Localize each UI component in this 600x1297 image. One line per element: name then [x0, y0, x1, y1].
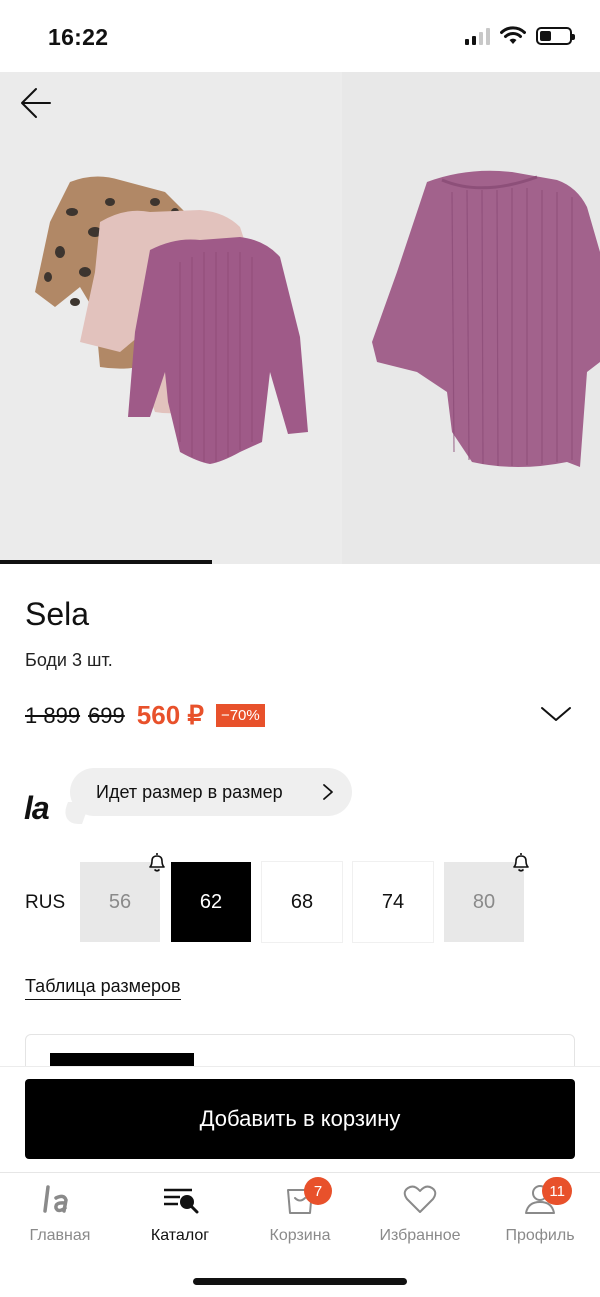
- wifi-icon: [500, 26, 526, 44]
- product-photo-closeup: [342, 72, 600, 564]
- bell-icon[interactable]: [146, 850, 168, 874]
- size-option[interactable]: 74: [353, 862, 433, 942]
- profile-notification-badge: 11: [542, 1177, 572, 1205]
- shopping-bag-icon: 7: [270, 1177, 332, 1219]
- la-logo: la: [24, 790, 50, 826]
- tab-home[interactable]: Главная: [0, 1179, 120, 1249]
- size-selector: 56 62 68 74 80: [80, 853, 529, 942]
- status-icons: [465, 26, 575, 46]
- tab-label: Главная: [29, 1227, 91, 1244]
- size-option[interactable]: 80: [444, 853, 529, 942]
- size-option[interactable]: 62: [171, 862, 251, 942]
- tab-label: Каталог: [150, 1227, 210, 1244]
- size-option[interactable]: 68: [262, 862, 342, 942]
- add-to-cart-button[interactable]: Добавить в корзину: [25, 1079, 575, 1159]
- product-brand[interactable]: Sela: [25, 596, 89, 633]
- cellular-signal-icon: [465, 27, 490, 45]
- size-option-label: 62: [199, 890, 223, 913]
- product-name: Боди 3 шт.: [25, 650, 113, 670]
- price-previous: 699: [88, 702, 125, 728]
- product-gallery[interactable]: [0, 72, 600, 564]
- chevron-right-icon: [323, 784, 333, 800]
- profile-icon: 11: [510, 1177, 572, 1219]
- size-option-label: 56: [108, 890, 132, 913]
- add-to-cart-area: Добавить в корзину: [0, 1066, 600, 1172]
- fit-hint-text: Идет размер в размер: [96, 781, 283, 802]
- size-table-link[interactable]: Таблица размеров: [25, 976, 181, 1000]
- status-time: 16:22: [48, 24, 109, 50]
- chevron-down-icon[interactable]: [540, 704, 572, 724]
- size-option-label: 74: [381, 890, 405, 913]
- status-bar: 16:22: [0, 0, 600, 72]
- back-arrow-icon[interactable]: [18, 86, 58, 120]
- home-indicator: [193, 1278, 407, 1285]
- discount-badge: −70%: [215, 704, 265, 727]
- bell-icon[interactable]: [510, 850, 532, 874]
- price-row: 1 899 699 560 ₽ −70%: [25, 700, 265, 731]
- product-photo-set: [0, 72, 340, 564]
- tab-favorites[interactable]: Избранное: [360, 1179, 480, 1249]
- tab-label: Профиль: [505, 1227, 575, 1244]
- la-logo-icon: [30, 1179, 90, 1219]
- battery-icon: [536, 27, 575, 45]
- catalog-search-icon: [150, 1179, 210, 1219]
- cart-count-badge: 7: [304, 1177, 332, 1205]
- size-option-label: 68: [290, 890, 314, 913]
- heart-icon: [390, 1179, 450, 1219]
- size-system-label: RUS: [25, 892, 66, 913]
- tab-label: Избранное: [379, 1227, 461, 1244]
- tab-cart[interactable]: 7 Корзина: [240, 1177, 360, 1249]
- price-original: 1 899: [25, 702, 81, 728]
- gallery-progress-indicator: [0, 560, 212, 564]
- tab-label: Корзина: [269, 1227, 331, 1244]
- tab-profile[interactable]: 11 Профиль: [480, 1177, 600, 1249]
- tab-catalog[interactable]: Каталог: [120, 1179, 240, 1249]
- fit-hint-bubble[interactable]: Идет размер в размер: [70, 768, 352, 816]
- size-option[interactable]: 56: [80, 853, 165, 942]
- price-current: 560 ₽: [136, 700, 204, 730]
- size-option-label: 80: [472, 890, 496, 913]
